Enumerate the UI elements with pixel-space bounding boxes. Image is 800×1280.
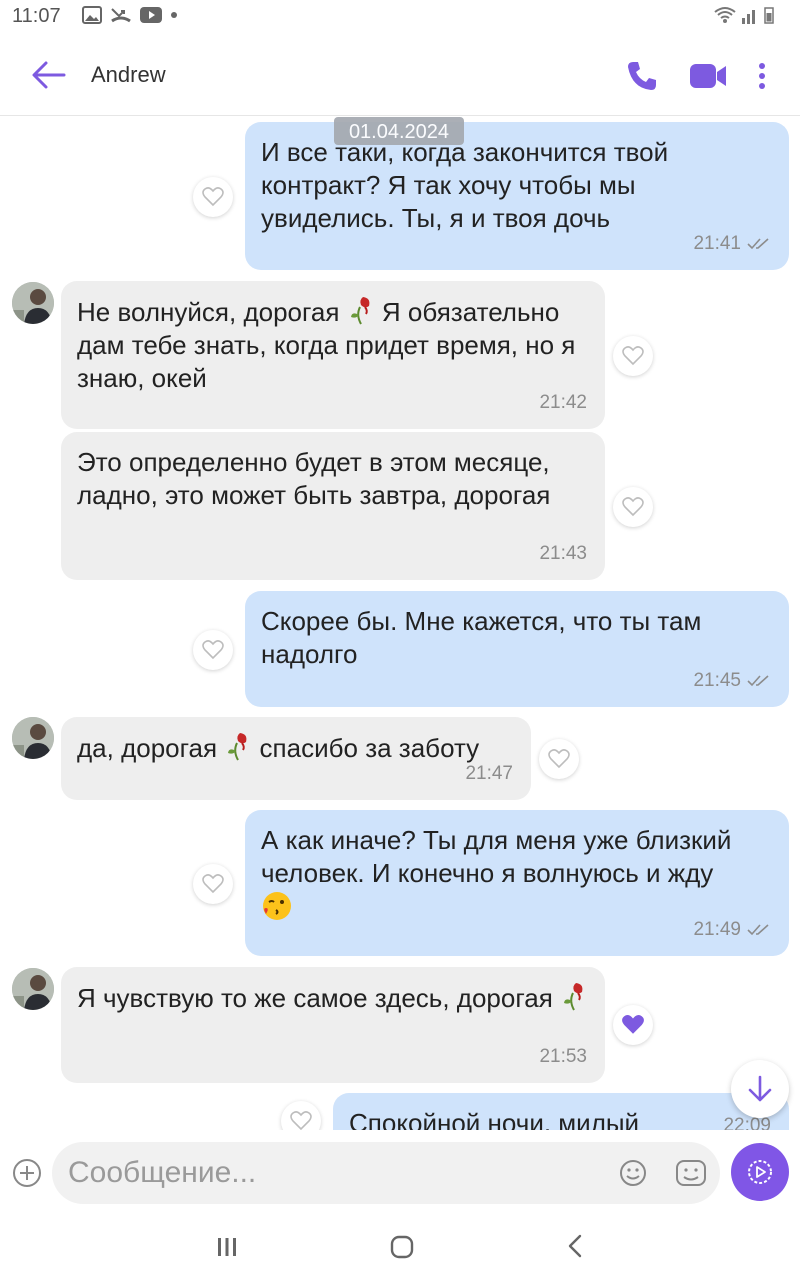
system-navigation-bar: [0, 1216, 800, 1280]
like-button[interactable]: [613, 487, 653, 527]
wilted-rose-emoji-icon: [350, 297, 370, 325]
contact-name[interactable]: Andrew: [91, 62, 166, 88]
like-button[interactable]: [539, 739, 579, 779]
incoming-message[interactable]: Это определенно будет в этом месяце, лад…: [61, 432, 605, 580]
like-button[interactable]: [613, 336, 653, 376]
like-button[interactable]: [193, 630, 233, 670]
message-meta: 21:43: [539, 537, 587, 570]
message-text: Это определенно будет в этом месяце, лад…: [77, 447, 551, 510]
message-meta: 21:41: [693, 227, 771, 260]
message-text-part: да, дорогая: [77, 733, 218, 763]
more-options-icon[interactable]: [750, 60, 774, 94]
heart-outline-icon: [622, 346, 644, 366]
sticker-icon[interactable]: [674, 1158, 708, 1188]
message-text-part: Я чувствую то же самое здесь, дорогая: [77, 983, 553, 1013]
message-composer: Сообщение...: [0, 1130, 800, 1216]
incoming-message[interactable]: да, дорогая спасибо за заботу 21:47: [61, 717, 531, 800]
message-time: 21:41: [693, 233, 741, 254]
message-time: 21:43: [539, 543, 587, 564]
message-text-part: А как иначе? Ты для меня уже близкий чел…: [261, 825, 732, 888]
message-text: А как иначе? Ты для меня уже близкий чел…: [261, 824, 773, 926]
like-button[interactable]: [193, 864, 233, 904]
read-checkmarks-icon: [747, 674, 769, 686]
wilted-rose-emoji-icon: [564, 983, 583, 1011]
attach-plus-icon[interactable]: [11, 1157, 43, 1189]
message-meta: 21:47: [465, 757, 513, 790]
message-time: 21:49: [693, 919, 741, 940]
message-meta: 21:53: [539, 1040, 587, 1073]
signal-icon: [742, 10, 755, 24]
read-checkmarks-icon: [747, 237, 769, 249]
date-separator: 01.04.2024: [334, 117, 464, 145]
voice-call-icon[interactable]: [624, 58, 660, 94]
back-arrow-icon[interactable]: [30, 58, 66, 92]
arrow-down-icon: [748, 1075, 772, 1102]
avatar-photo: [12, 282, 54, 324]
message-time: 21:42: [539, 392, 587, 413]
message-meta: 21:45: [693, 664, 771, 697]
outgoing-message[interactable]: А как иначе? Ты для меня уже близкий чел…: [245, 810, 789, 956]
message-text-part: Не волнуйся, дорогая: [77, 297, 340, 327]
message-time: 21:53: [539, 1046, 587, 1067]
status-bar: 11:07: [0, 0, 800, 34]
message-meta: 21:49: [693, 913, 771, 946]
gallery-notification-icon: [82, 6, 102, 24]
wilted-rose-emoji-icon: [228, 733, 247, 761]
message-text-part: спасибо за заботу: [252, 733, 480, 763]
youtube-notification-icon: [140, 7, 162, 23]
message-list[interactable]: 01.04.2024 И все таки, когда закончится …: [0, 117, 800, 1130]
outgoing-message[interactable]: Спокойной ночи, милый 22:09: [333, 1093, 789, 1130]
heart-outline-icon: [202, 874, 224, 894]
read-checkmarks-icon: [747, 923, 769, 935]
heart-outline-icon: [622, 497, 644, 517]
wifi-icon: [714, 7, 736, 23]
like-button-active[interactable]: [613, 1005, 653, 1045]
missed-call-notification-icon: [111, 8, 131, 23]
battery-icon: [764, 7, 774, 24]
message-text: Скорее бы. Мне кажется, что ты там надол…: [261, 606, 702, 669]
message-input-placeholder: Сообщение...: [68, 1156, 257, 1189]
message-text: Спокойной ночи, милый: [349, 1108, 640, 1130]
video-call-icon[interactable]: [688, 58, 728, 94]
message-text: Не волнуйся, дорогая Я обязательно дам т…: [77, 295, 589, 395]
contact-avatar[interactable]: [12, 282, 54, 324]
outgoing-message[interactable]: Скорее бы. Мне кажется, что ты там надол…: [245, 591, 789, 707]
contact-avatar[interactable]: [12, 717, 54, 759]
heart-filled-icon: [622, 1015, 644, 1034]
scroll-to-bottom-button[interactable]: [731, 1060, 789, 1118]
message-text: Я чувствую то же самое здесь, дорогая: [77, 981, 589, 1015]
like-button[interactable]: [193, 177, 233, 217]
avatar-photo: [12, 968, 54, 1010]
outgoing-message[interactable]: И все таки, когда закончится твой контра…: [245, 122, 789, 270]
heart-outline-icon: [202, 640, 224, 660]
message-text: да, дорогая спасибо за заботу: [77, 731, 515, 765]
heart-outline-icon: [202, 187, 224, 207]
heart-outline-icon: [548, 749, 570, 769]
message-time: 21:45: [693, 670, 741, 691]
like-button[interactable]: [281, 1101, 321, 1130]
incoming-message[interactable]: Не волнуйся, дорогая Я обязательно дам т…: [61, 281, 605, 429]
message-text: И все таки, когда закончится твой контра…: [261, 137, 669, 233]
message-meta: 21:42: [539, 386, 587, 419]
voice-record-button[interactable]: [731, 1143, 789, 1201]
message-input[interactable]: Сообщение...: [52, 1142, 720, 1204]
more-notifications-dot-icon: [171, 12, 177, 18]
contact-avatar[interactable]: [12, 968, 54, 1010]
chat-header: Andrew: [0, 34, 800, 116]
status-time: 11:07: [12, 5, 61, 27]
home-icon[interactable]: [390, 1235, 414, 1259]
play-circle-icon: [748, 1160, 772, 1184]
avatar-photo: [12, 717, 54, 759]
incoming-message[interactable]: Я чувствую то же самое здесь, дорогая 21…: [61, 967, 605, 1083]
message-time: 21:47: [465, 763, 513, 784]
heart-outline-icon: [290, 1111, 312, 1130]
kissing-face-emoji-icon: [263, 892, 291, 920]
system-back-icon[interactable]: [566, 1234, 584, 1258]
recent-apps-icon[interactable]: [216, 1236, 238, 1258]
emoji-icon[interactable]: [618, 1158, 648, 1188]
